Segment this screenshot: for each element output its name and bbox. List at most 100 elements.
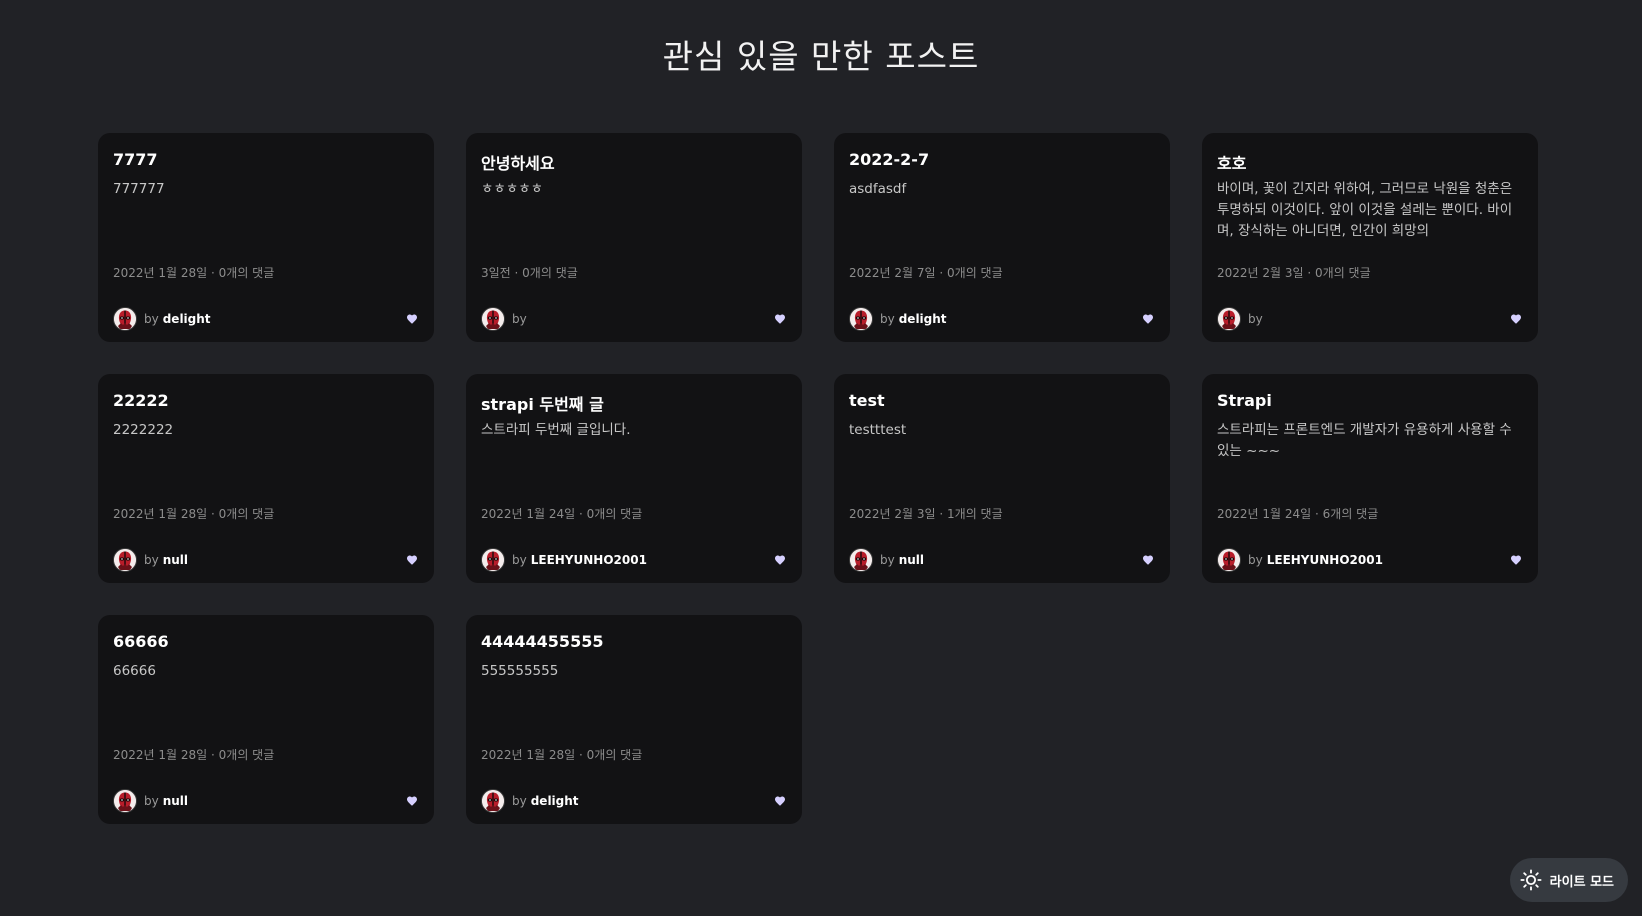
post-date: 2022년 1월 24일 — [481, 507, 576, 521]
meta-separator: · — [575, 507, 587, 521]
heart-icon[interactable] — [1509, 312, 1523, 326]
post-date: 2022년 2월 7일 — [849, 266, 936, 280]
post-description: 스트라피는 프론트엔드 개발자가 유용하게 사용할 수 있는 ~~~ — [1217, 422, 1512, 459]
post-meta: 2022년 2월 3일 · 1개의 댓글 — [849, 505, 1003, 522]
post-title: 44444455555 — [481, 632, 604, 651]
post-footer: by delight — [113, 307, 419, 331]
post-footer: by — [481, 307, 787, 331]
post-card[interactable]: Strapi 스트라피는 프론트엔드 개발자가 유용하게 사용할 수 있는 ~~… — [1202, 374, 1538, 583]
post-description: 스트라피 두번째 글입니다. — [481, 422, 631, 438]
post-card[interactable]: 66666 66666 2022년 1월 28일 · 0개의 댓글 by nul… — [98, 615, 434, 824]
heart-icon[interactable] — [405, 553, 419, 567]
page-title: 관심 있을 만한 포스트 — [662, 37, 980, 76]
meta-separator: · — [207, 748, 219, 762]
post-comments: 0개의 댓글 — [586, 507, 643, 521]
post-author[interactable]: null — [163, 794, 188, 808]
by-label: by — [144, 553, 159, 567]
deadpool-avatar-icon[interactable] — [1217, 307, 1241, 331]
post-card[interactable]: 호호 바이며, 꽃이 긴지라 위하여, 그러므로 낙원을 청춘은 투명하되 이것… — [1202, 133, 1538, 342]
post-footer: by null — [849, 548, 1155, 572]
heart-icon[interactable] — [773, 553, 787, 567]
post-card[interactable]: 7777 777777 2022년 1월 28일 · 0개의 댓글 by del… — [98, 133, 434, 342]
post-comments: 0개의 댓글 — [522, 266, 578, 280]
deadpool-avatar-icon[interactable] — [113, 789, 137, 813]
post-footer: by LEEHYUNHO2001 — [481, 548, 787, 572]
post-author[interactable]: LEEHYUNHO2001 — [1267, 553, 1383, 567]
post-card[interactable]: 안녕하세요 ㅎㅎㅎㅎㅎ 3일전 · 0개의 댓글 by — [466, 133, 802, 342]
post-card[interactable]: 2022-2-7 asdfasdf 2022년 2월 7일 · 0개의 댓글 b… — [834, 133, 1170, 342]
post-date: 2022년 1월 28일 — [113, 507, 208, 521]
post-card[interactable]: strapi 두번째 글 스트라피 두번째 글입니다. 2022년 1월 24일… — [466, 374, 802, 583]
by-label: by — [1248, 553, 1263, 567]
post-meta: 2022년 2월 3일 · 0개의 댓글 — [1217, 264, 1371, 281]
post-meta: 2022년 2월 7일 · 0개의 댓글 — [849, 264, 1003, 281]
post-meta: 3일전 · 0개의 댓글 — [481, 264, 578, 281]
post-title: strapi 두번째 글 — [481, 395, 604, 414]
deadpool-avatar-icon[interactable] — [481, 307, 505, 331]
post-meta: 2022년 1월 28일 · 0개의 댓글 — [113, 746, 274, 763]
post-description: 2222222 — [113, 422, 174, 438]
post-author[interactable]: null — [899, 553, 924, 567]
deadpool-avatar-icon[interactable] — [113, 548, 137, 572]
post-date: 2022년 2월 3일 — [1217, 266, 1304, 280]
post-comments: 6개의 댓글 — [1322, 507, 1379, 521]
meta-separator: · — [935, 266, 948, 280]
post-comments: 1개의 댓글 — [947, 507, 1003, 521]
heart-icon[interactable] — [405, 312, 419, 326]
deadpool-avatar-icon[interactable] — [849, 548, 873, 572]
heart-icon[interactable] — [773, 794, 787, 808]
by-label: by — [144, 312, 159, 326]
post-comments: 0개의 댓글 — [218, 507, 275, 521]
deadpool-avatar-icon[interactable] — [113, 307, 137, 331]
meta-separator: · — [510, 266, 523, 280]
post-author[interactable]: delight — [531, 794, 579, 808]
post-meta: 2022년 1월 24일 · 0개의 댓글 — [481, 505, 642, 522]
post-comments: 0개의 댓글 — [1315, 266, 1371, 280]
post-author[interactable]: null — [163, 553, 188, 567]
post-comments: 0개의 댓글 — [218, 266, 275, 280]
by-label: by — [512, 312, 527, 326]
theme-toggle-button[interactable]: 라이트 모드 — [1509, 858, 1628, 902]
post-author[interactable]: delight — [163, 312, 211, 326]
post-title: 호호 — [1217, 154, 1247, 173]
post-date: 2022년 1월 28일 — [481, 748, 576, 762]
post-title: 7777 — [113, 150, 158, 169]
deadpool-avatar-icon[interactable] — [481, 548, 505, 572]
meta-separator: · — [207, 507, 219, 521]
post-description: asdfasdf — [849, 181, 907, 197]
post-author[interactable]: delight — [899, 312, 947, 326]
deadpool-avatar-icon[interactable] — [849, 307, 873, 331]
post-meta: 2022년 1월 28일 · 0개의 댓글 — [113, 264, 274, 281]
page: 관심 있을 만한 포스트 7777 777777 2022년 1월 28일 · … — [0, 0, 1642, 916]
deadpool-avatar-icon[interactable] — [1217, 548, 1241, 572]
meta-separator: · — [1311, 507, 1323, 521]
by-label: by — [880, 553, 895, 567]
heart-icon[interactable] — [405, 794, 419, 808]
post-title: test — [849, 391, 885, 410]
post-date: 2022년 2월 3일 — [849, 507, 936, 521]
heart-icon[interactable] — [1141, 312, 1155, 326]
post-title: 66666 — [113, 632, 169, 651]
post-card[interactable]: 22222 2222222 2022년 1월 28일 · 0개의 댓글 by n… — [98, 374, 434, 583]
by-label: by — [512, 794, 527, 808]
meta-separator: · — [207, 266, 219, 280]
post-title: 안녕하세요 — [481, 154, 555, 173]
heart-icon[interactable] — [1141, 553, 1155, 567]
post-footer: by delight — [849, 307, 1155, 331]
post-meta: 2022년 1월 24일 · 6개의 댓글 — [1217, 505, 1378, 522]
heart-icon[interactable] — [1509, 553, 1523, 567]
post-description: testttest — [849, 422, 907, 438]
post-title: Strapi — [1217, 391, 1272, 410]
heart-icon[interactable] — [773, 312, 787, 326]
post-card[interactable]: test testttest 2022년 2월 3일 · 1개의 댓글 by n… — [834, 374, 1170, 583]
post-description: 66666 — [113, 663, 156, 679]
by-label: by — [880, 312, 895, 326]
post-footer: by LEEHYUNHO2001 — [1217, 548, 1523, 572]
deadpool-avatar-icon[interactable] — [481, 789, 505, 813]
post-author[interactable]: LEEHYUNHO2001 — [531, 553, 647, 567]
post-card[interactable]: 44444455555 555555555 2022년 1월 28일 · 0개의… — [466, 615, 802, 824]
meta-separator: · — [935, 507, 948, 521]
post-comments: 0개의 댓글 — [218, 748, 275, 762]
post-description: 555555555 — [481, 663, 559, 679]
meta-separator: · — [575, 748, 587, 762]
